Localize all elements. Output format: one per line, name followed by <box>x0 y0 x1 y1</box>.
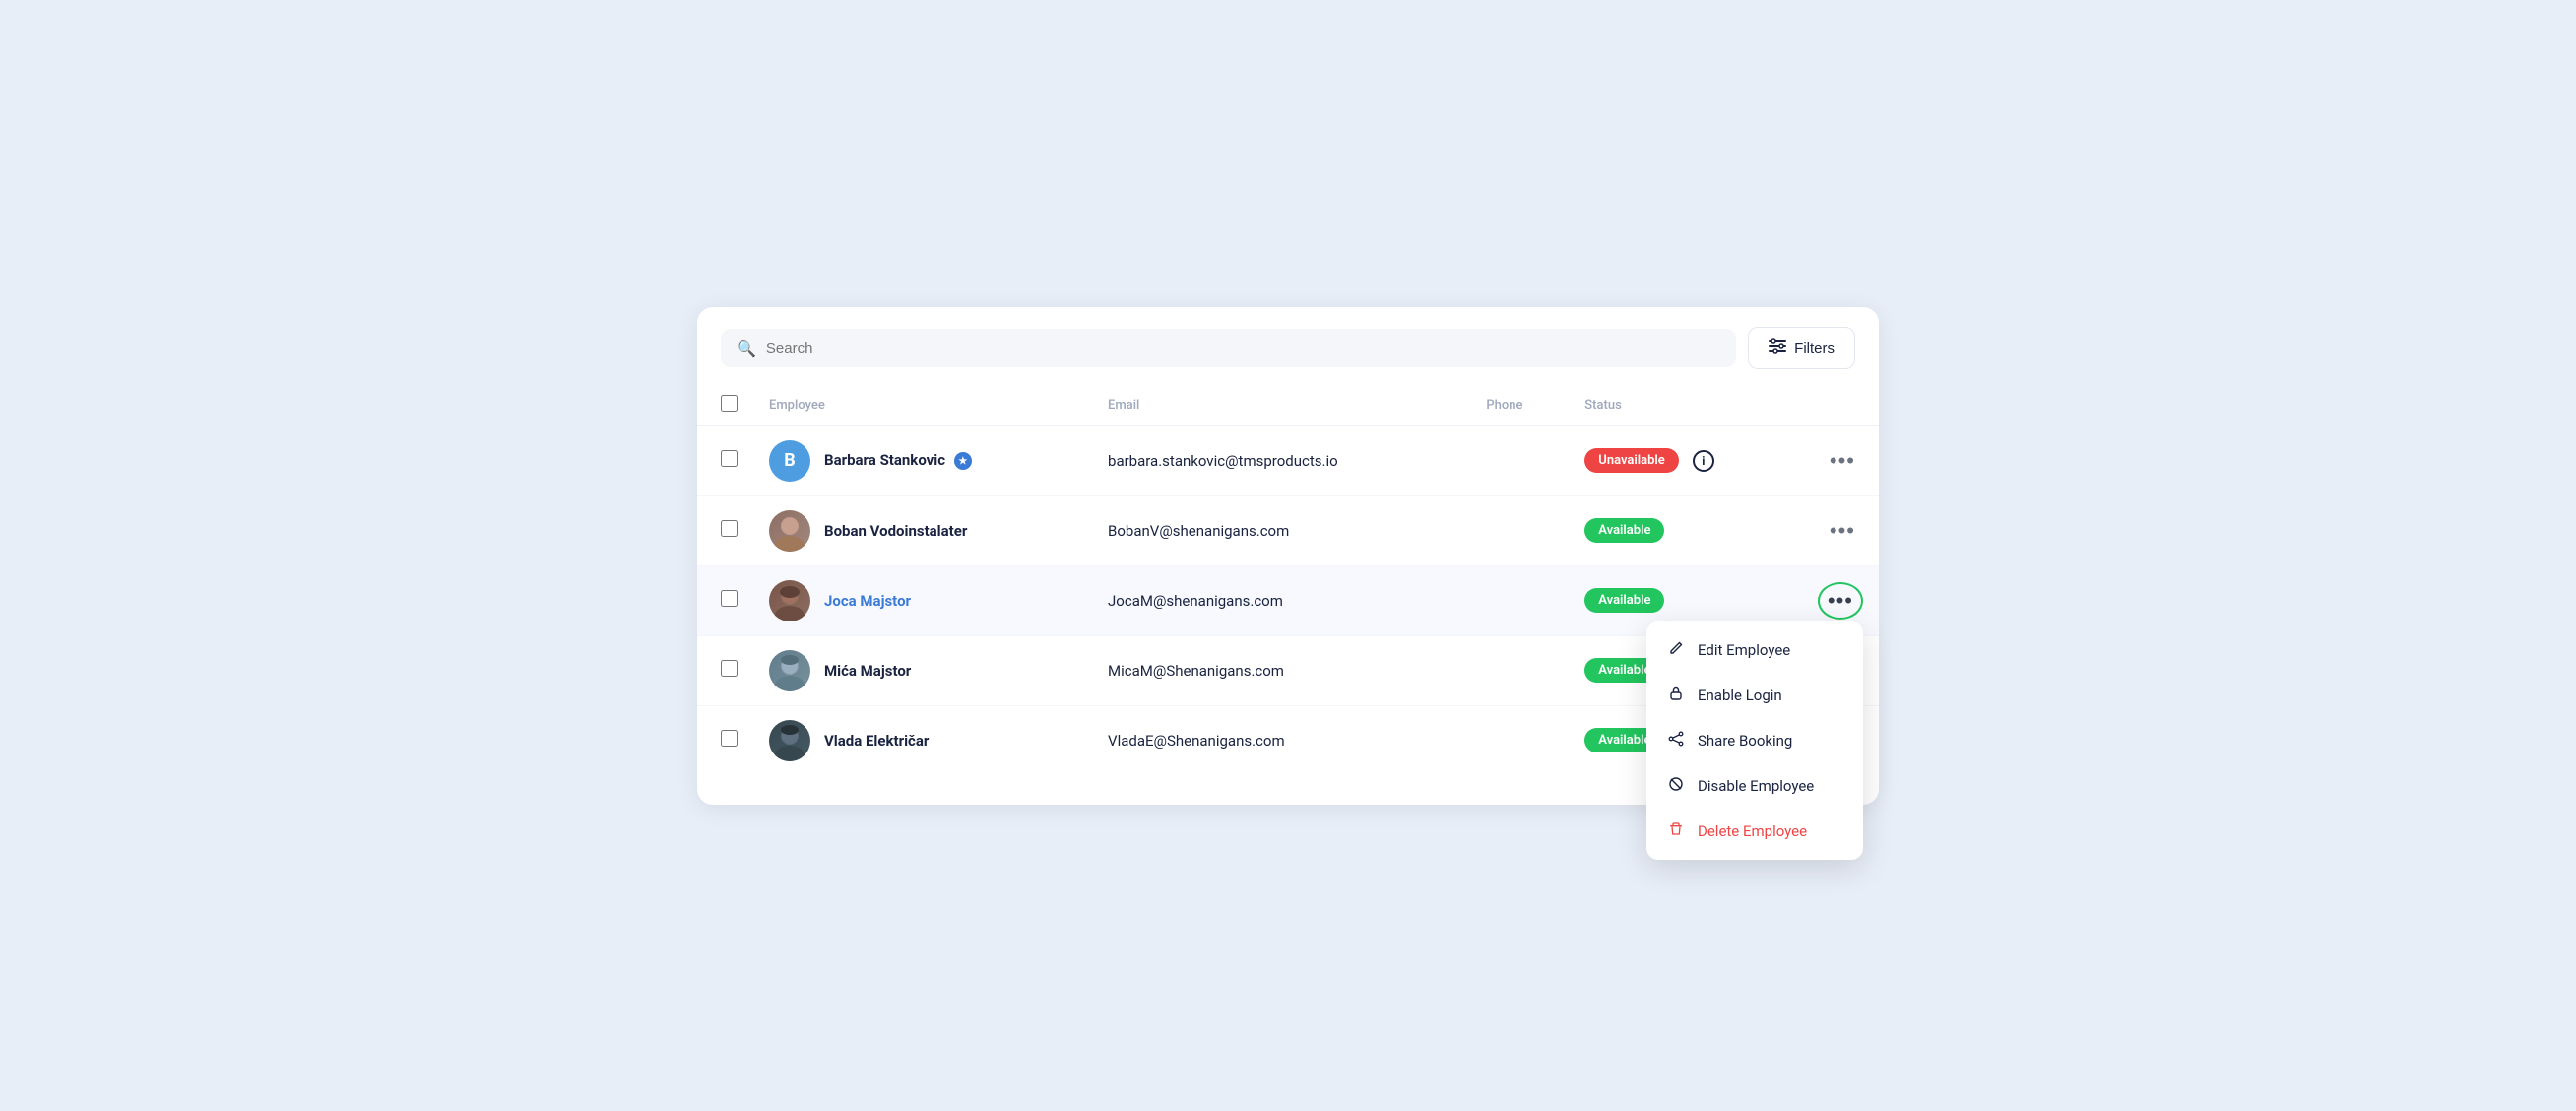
search-icon: 🔍 <box>737 339 756 358</box>
delete-employee-item[interactable]: Delete Employee <box>1646 809 1863 854</box>
employee-cell: Vlada Električar <box>769 720 1076 761</box>
col-employee: Employee <box>753 385 1092 426</box>
status-badge: Available <box>1584 588 1664 613</box>
disable-employee-item[interactable]: Disable Employee <box>1646 763 1863 809</box>
main-card: 🔍 Filters Empl <box>697 307 1879 805</box>
table-row: Joca Majstor JocaM@shenanigans.com Avail… <box>697 565 1879 635</box>
row-checkbox[interactable] <box>721 660 738 677</box>
employee-phone <box>1470 425 1569 495</box>
employee-phone <box>1470 635 1569 705</box>
col-email: Email <box>1092 385 1470 426</box>
employee-email: VladaE@Shenanigans.com <box>1092 705 1470 775</box>
avatar <box>769 650 810 691</box>
search-input[interactable] <box>766 340 1720 357</box>
employee-phone <box>1470 565 1569 635</box>
avatar <box>769 720 810 761</box>
share-icon <box>1666 731 1686 751</box>
employee-name: Joca Majstor <box>824 592 911 610</box>
employee-name: Barbara Stankovic ★ <box>824 451 972 470</box>
share-booking-item[interactable]: Share Booking <box>1646 718 1863 763</box>
filters-button[interactable]: Filters <box>1748 327 1855 369</box>
info-icon[interactable]: i <box>1693 450 1714 472</box>
employee-cell: B Barbara Stankovic ★ <box>769 440 1076 482</box>
filters-label: Filters <box>1794 340 1835 357</box>
employee-email: JocaM@shenanigans.com <box>1092 565 1470 635</box>
actions-cell: ••• <box>1818 446 1863 476</box>
employee-email: BobanV@shenanigans.com <box>1092 495 1470 565</box>
verified-icon: ★ <box>954 452 972 470</box>
disable-icon <box>1666 776 1686 796</box>
row-checkbox[interactable] <box>721 590 738 607</box>
status-badge: Available <box>1584 518 1664 543</box>
filters-icon <box>1769 338 1786 359</box>
table-row: B Barbara Stankovic ★ barbara.stankovic@… <box>697 425 1879 495</box>
col-status: Status <box>1569 385 1802 426</box>
employee-name: Vlada Električar <box>824 732 929 750</box>
status-cell: Unavailable i <box>1584 448 1786 473</box>
more-button[interactable]: ••• <box>1822 516 1863 546</box>
row-checkbox[interactable] <box>721 450 738 467</box>
lock-icon <box>1666 686 1686 705</box>
employee-phone <box>1470 495 1569 565</box>
employee-cell: Boban Vodoinstalater <box>769 510 1076 552</box>
search-box: 🔍 <box>721 329 1736 367</box>
select-all-checkbox[interactable] <box>721 395 738 412</box>
row-checkbox[interactable] <box>721 520 738 537</box>
avatar <box>769 580 810 621</box>
employee-cell: Mića Majstor <box>769 650 1076 691</box>
edit-icon <box>1666 640 1686 660</box>
col-phone: Phone <box>1470 385 1569 426</box>
row-checkbox[interactable] <box>721 730 738 747</box>
toolbar: 🔍 Filters <box>697 327 1879 385</box>
employee-cell: Joca Majstor <box>769 580 1076 621</box>
avatar <box>769 510 810 552</box>
avatar: B <box>769 440 810 482</box>
employee-email: barbara.stankovic@tmsproducts.io <box>1092 425 1470 495</box>
more-button[interactable]: ••• <box>1822 446 1863 476</box>
edit-employee-item[interactable]: Edit Employee <box>1646 627 1863 673</box>
employee-table: Employee Email Phone Status B Barbara St… <box>697 385 1879 775</box>
trash-icon <box>1666 821 1686 841</box>
employee-phone <box>1470 705 1569 775</box>
employee-email: MicaM@Shenanigans.com <box>1092 635 1470 705</box>
actions-cell: ••• <box>1818 516 1863 546</box>
employee-name: Mića Majstor <box>824 662 911 680</box>
table-row: Boban Vodoinstalater BobanV@shenanigans.… <box>697 495 1879 565</box>
context-menu: Edit Employee Enable Login <box>1646 621 1863 860</box>
more-button[interactable]: ••• <box>1818 582 1863 620</box>
actions-cell: ••• Edit Employee <box>1818 582 1863 620</box>
employee-name: Boban Vodoinstalater <box>824 522 967 540</box>
status-badge: Unavailable <box>1584 448 1679 473</box>
enable-login-item[interactable]: Enable Login <box>1646 673 1863 718</box>
